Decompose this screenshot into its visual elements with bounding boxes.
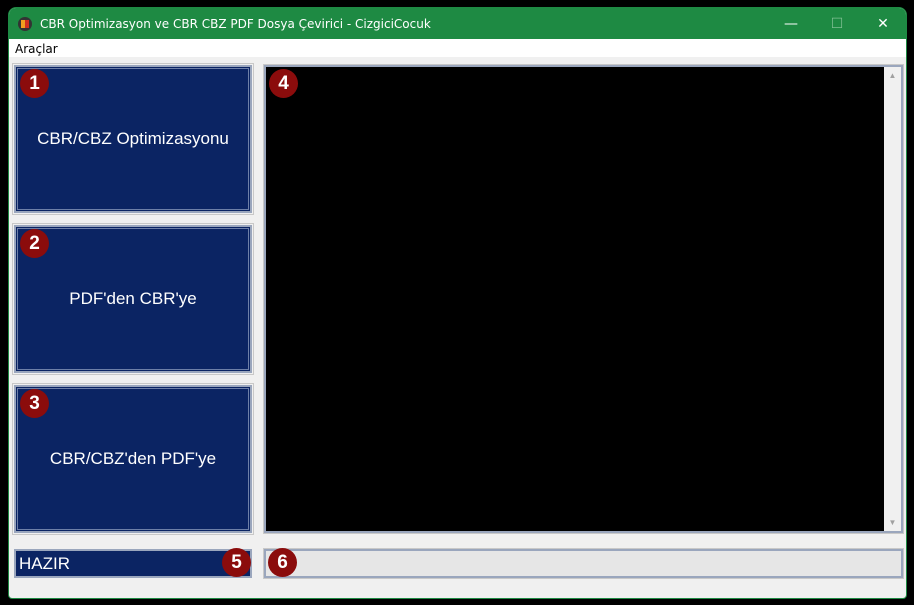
log-display[interactable]: ▲ ▼ — [263, 64, 904, 534]
title-bar: CBR Optimizasyon ve CBR CBZ PDF Dosya Çe… — [9, 8, 906, 39]
badge-1: 1 — [20, 69, 49, 98]
scroll-up-icon[interactable]: ▲ — [884, 67, 901, 84]
cbr-to-pdf-label: CBR/CBZ'den PDF'ye — [49, 449, 217, 468]
badge-4: 4 — [269, 69, 298, 98]
badge-2: 2 — [20, 229, 49, 258]
status-box: HAZIR — [14, 549, 252, 578]
scroll-down-icon[interactable]: ▼ — [884, 514, 901, 531]
window-title: CBR Optimizasyon ve CBR CBZ PDF Dosya Çe… — [40, 16, 431, 31]
menu-bar: Araçlar — [9, 39, 906, 57]
badge-6: 6 — [268, 548, 297, 577]
maximize-button[interactable]: ☐ — [814, 16, 860, 32]
optimize-button[interactable]: CBR/CBZ Optimizasyonu — [12, 63, 254, 215]
app-window: CBR Optimizasyon ve CBR CBZ PDF Dosya Çe… — [8, 7, 907, 599]
cbr-to-pdf-button[interactable]: CBR/CBZ'den PDF'ye — [12, 383, 254, 535]
menu-item-araclar[interactable]: Araçlar — [15, 42, 58, 56]
close-button[interactable]: ✕ — [860, 16, 906, 32]
pdf-to-cbr-button[interactable]: PDF'den CBR'ye — [12, 223, 254, 375]
status-text: HAZIR — [19, 554, 70, 573]
badge-3: 3 — [20, 389, 49, 418]
progress-bar — [263, 548, 904, 579]
pdf-to-cbr-label: PDF'den CBR'ye — [69, 289, 197, 308]
app-icon — [18, 16, 32, 31]
vertical-scrollbar[interactable]: ▲ ▼ — [884, 67, 901, 531]
optimize-button-label: CBR/CBZ Optimizasyonu — [37, 129, 229, 148]
minimize-button[interactable]: — — [768, 16, 814, 32]
badge-5: 5 — [222, 548, 251, 577]
